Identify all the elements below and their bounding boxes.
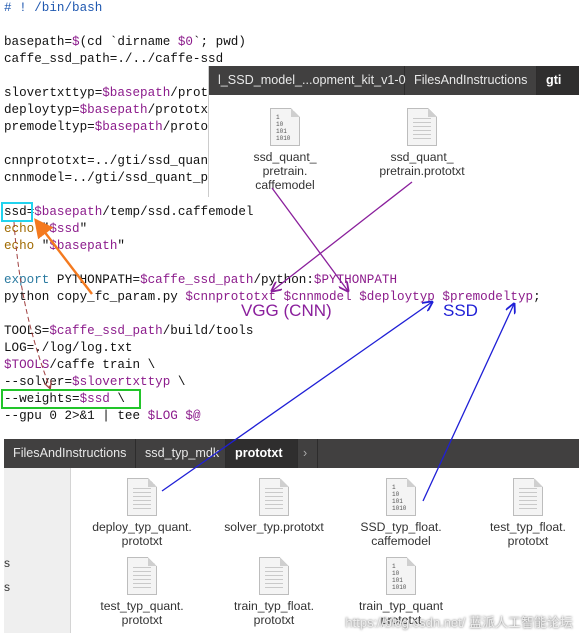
- tools-line: TOOLS=$caffe_ssd_path/build/tools: [4, 324, 254, 338]
- text-file-icon: [513, 478, 543, 516]
- shebang-line: # ! /bin/bash: [4, 1, 103, 15]
- file-test-typ-quant[interactable]: test_typ_quant. prototxt: [86, 557, 198, 627]
- echo-ssd-line: echo "$ssd": [4, 222, 88, 236]
- text-file-icon: [407, 108, 437, 146]
- text-file-icon: [259, 478, 289, 516]
- text-file-icon: [127, 557, 157, 595]
- weights-highlight-box: [1, 389, 141, 409]
- file-solver-typ[interactable]: solver_typ.prototxt: [212, 478, 336, 534]
- file-name: train_typ_float. prototxt: [234, 599, 314, 627]
- file-name: test_typ_quant. prototxt: [100, 599, 184, 627]
- sidebar: s s: [4, 468, 71, 633]
- vgg-label: VGG (CNN): [241, 301, 332, 320]
- log-line: LOG=./log/log.txt: [4, 341, 133, 355]
- ssd-highlight-box: [1, 202, 33, 222]
- binary-file-icon: 1 10 101 1010: [386, 557, 416, 595]
- file-ssd-typ-float-caffemodel[interactable]: 1 10 101 1010 SSD_typ_float. caffemodel: [346, 478, 456, 548]
- basepath-line: basepath=$(cd `dirname $0`; pwd): [4, 35, 246, 49]
- train-line: $TOOLS/caffe train \: [4, 358, 156, 372]
- file-ssd-quant-caffemodel[interactable]: 1 10 101 1010 ssd_quant_ pretrain. caffe…: [239, 108, 331, 192]
- gti-path-bar: l_SSD_model_...opment_kit_v1-0 FilesAndI…: [209, 66, 579, 95]
- prototxt-path-bar: FilesAndInstructions ssd_typ_mdk prototx…: [4, 439, 579, 468]
- ssd-label: SSD: [443, 301, 478, 320]
- echo-basepath-line: echo "$basepath": [4, 239, 125, 253]
- crumb-next-arrow-icon[interactable]: ›: [298, 439, 318, 468]
- text-file-icon: [127, 478, 157, 516]
- gti-file-window: l_SSD_model_...opment_kit_v1-0 FilesAndI…: [208, 66, 579, 197]
- sidebar-item[interactable]: s: [4, 580, 10, 594]
- gpu-line: --gpu 0 2>&1 | tee $LOG $@: [4, 409, 201, 423]
- prototxt-file-window: FilesAndInstructions ssd_typ_mdk prototx…: [4, 439, 579, 633]
- file-name: ssd_quant_ pretrain. caffemodel: [253, 150, 317, 192]
- sidebar-item[interactable]: s: [4, 556, 10, 570]
- file-deploy-typ-quant[interactable]: deploy_typ_quant. prototxt: [86, 478, 198, 548]
- solver-line: --solver=$slovertxttyp \: [4, 375, 186, 389]
- text-file-icon: [259, 557, 289, 595]
- crumb-ssd-typ-mdk[interactable]: ssd_typ_mdk: [136, 439, 226, 468]
- caffe-path-line: caffe_ssd_path=./../caffe-ssd: [4, 52, 224, 66]
- file-name: SSD_typ_float. caffemodel: [360, 520, 442, 548]
- export-line: export PYTHONPATH=$caffe_ssd_path/python…: [4, 273, 398, 287]
- crumb-prototxt[interactable]: prototxt: [226, 439, 298, 468]
- watermark: https://blog.csdn.net/ 蓝派人工智能论坛: [345, 615, 573, 630]
- file-name: deploy_typ_quant. prototxt: [92, 520, 192, 548]
- binary-file-icon: 1 10 101 1010: [270, 108, 300, 146]
- file-ssd-quant-prototxt[interactable]: ssd_quant_ pretrain.prototxt: [367, 108, 477, 178]
- crumb-files-and-instructions[interactable]: FilesAndInstructions: [405, 66, 537, 95]
- ssd-line: ssd=$basepath/temp/ssd.caffemodel: [4, 205, 254, 219]
- file-test-typ-float[interactable]: test_typ_float. prototxt: [478, 478, 578, 548]
- crumb-gti[interactable]: gti: [537, 66, 579, 95]
- crumb-files-and-instructions[interactable]: FilesAndInstructions: [4, 439, 136, 468]
- crumb-dev-kit[interactable]: l_SSD_model_...opment_kit_v1-0: [209, 66, 406, 95]
- file-name: test_typ_float. prototxt: [490, 520, 566, 548]
- file-name: solver_typ.prototxt: [224, 520, 324, 534]
- binary-file-icon: 1 10 101 1010: [386, 478, 416, 516]
- file-name: ssd_quant_ pretrain.prototxt: [379, 150, 465, 178]
- file-train-typ-float[interactable]: train_typ_float. prototxt: [216, 557, 332, 627]
